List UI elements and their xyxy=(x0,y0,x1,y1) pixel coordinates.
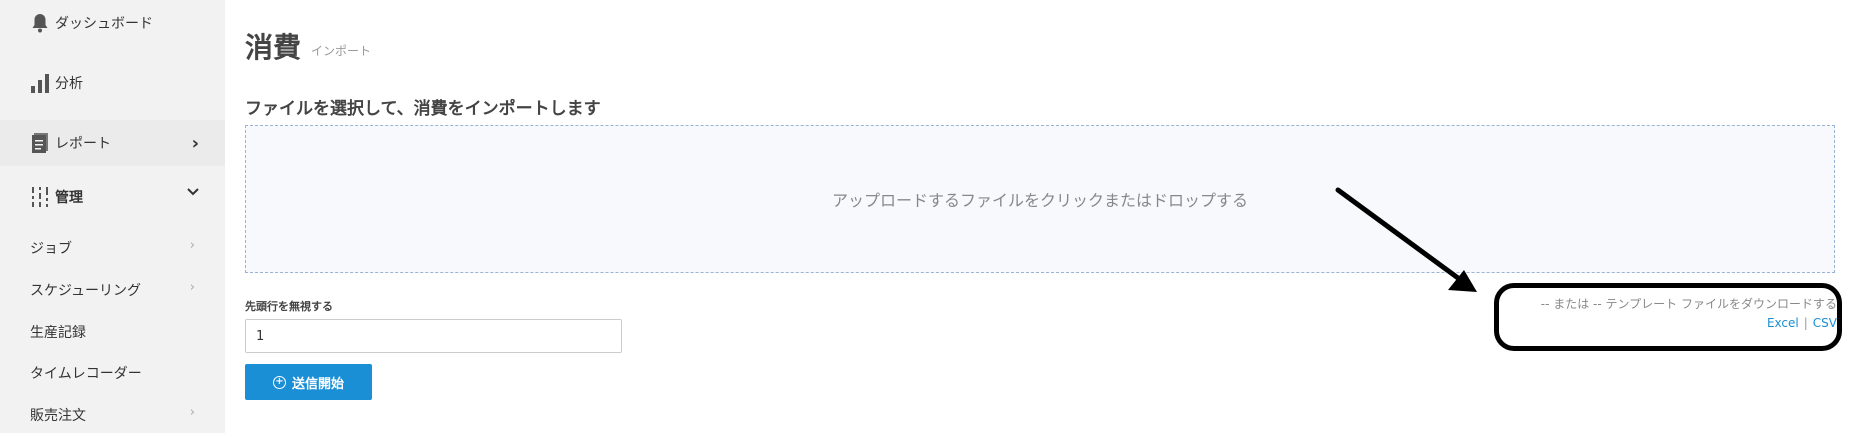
chevron-down-icon xyxy=(187,180,199,201)
plus-circle-icon: + xyxy=(272,375,286,389)
annotation-arrow xyxy=(1335,187,1477,292)
sidebar-item-report[interactable]: レポート › xyxy=(0,120,225,166)
link-separator: | xyxy=(1803,316,1808,330)
sidebar-subitem-label: 販売注文 xyxy=(30,408,86,424)
chevron-right-icon: › xyxy=(189,238,195,253)
skip-rows-input[interactable] xyxy=(245,319,622,353)
sidebar-subitem-label: ジョブ xyxy=(30,241,72,257)
page-title: 消費 xyxy=(245,31,302,64)
skip-rows-label: 先頭行を無視する xyxy=(245,300,333,313)
sidebar-item-label: 分析 xyxy=(55,76,83,92)
sidebar-item-management[interactable]: 管理 xyxy=(0,180,225,214)
sidebar: ダッシュボード 分析 レポート › 管理 ジョブ › スケジューリング › 生産… xyxy=(0,0,225,433)
bell-icon xyxy=(29,12,51,34)
file-dropzone[interactable]: アップロードするファイルをクリックまたはドロップする xyxy=(245,125,1835,273)
sidebar-subitem-label: スケジューリング xyxy=(30,283,142,299)
chevron-right-icon: › xyxy=(189,405,195,420)
sidebar-subitem-scheduling[interactable]: スケジューリング › xyxy=(0,280,225,300)
sidebar-subitem-label: タイムレコーダー xyxy=(30,366,142,382)
chevron-right-icon: › xyxy=(189,280,195,295)
chevron-right-icon: › xyxy=(191,132,199,154)
template-download-links: Excel | CSV xyxy=(1767,316,1837,330)
section-heading: ファイルを選択して、消費をインポートします xyxy=(245,99,601,119)
sidebar-subitem-time-recorder[interactable]: タイムレコーダー xyxy=(0,363,225,383)
csv-download-link[interactable]: CSV xyxy=(1813,316,1837,330)
sidebar-subitem-label: 生産記録 xyxy=(30,325,86,341)
submit-button-label: 送信開始 xyxy=(291,376,344,392)
template-download-text: -- または -- テンプレート ファイルをダウンロードする xyxy=(1540,297,1837,311)
bar-chart-icon xyxy=(29,72,51,94)
dropzone-text: アップロードするファイルをクリックまたはドロップする xyxy=(831,191,1248,210)
management-icon xyxy=(29,186,51,208)
sidebar-subitem-production-records[interactable]: 生産記録 xyxy=(0,322,225,342)
start-submit-button[interactable]: + 送信開始 xyxy=(245,364,372,400)
sidebar-item-label: ダッシュボード xyxy=(55,16,153,32)
report-icon xyxy=(29,132,51,154)
sidebar-item-label: 管理 xyxy=(55,190,83,206)
excel-download-link[interactable]: Excel xyxy=(1767,316,1799,330)
sidebar-item-label: レポート xyxy=(55,136,111,152)
sidebar-item-dashboard[interactable]: ダッシュボード xyxy=(0,10,225,36)
sidebar-subitem-jobs[interactable]: ジョブ › xyxy=(0,238,225,258)
sidebar-item-analysis[interactable]: 分析 xyxy=(0,68,225,98)
sidebar-subitem-sales-orders[interactable]: 販売注文 › xyxy=(0,405,225,425)
page-subtitle: インポート xyxy=(311,44,372,58)
